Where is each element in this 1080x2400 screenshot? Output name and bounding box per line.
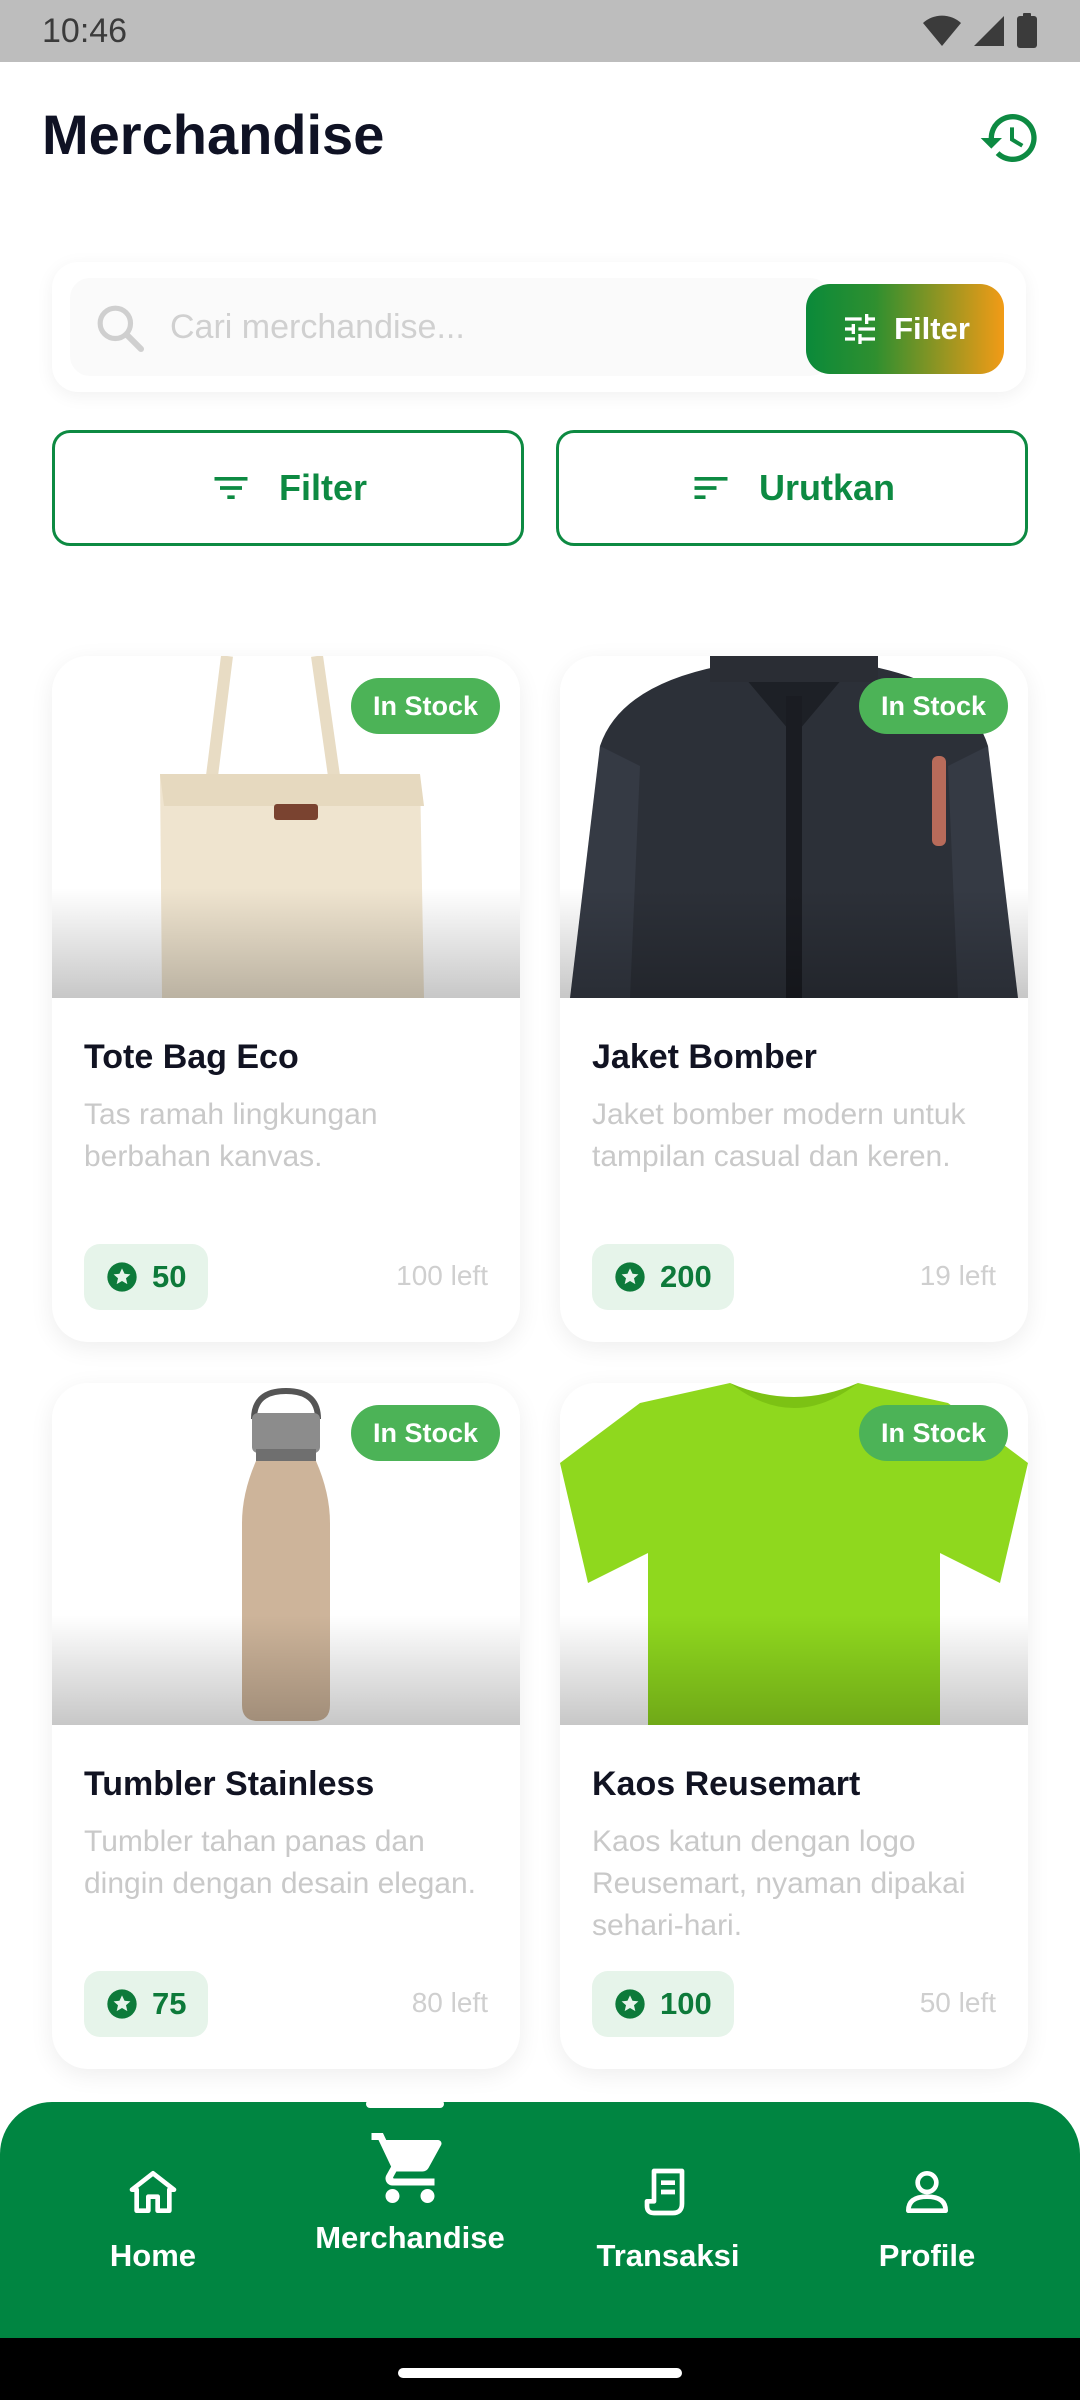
- stock-status-badge: In Stock: [858, 1405, 1008, 1461]
- status-bar: 10:46: [0, 0, 1080, 62]
- points-badge: 50: [84, 1244, 209, 1310]
- sort-button[interactable]: Urutkan: [556, 430, 1028, 546]
- points-badge: 200: [592, 1244, 734, 1310]
- history-button[interactable]: [978, 106, 1042, 170]
- nav-home-label: Home: [109, 2238, 197, 2273]
- product-card[interactable]: In Stock Tote Bag Eco Tas ramah lingkung…: [52, 656, 520, 1342]
- nav-home[interactable]: Home: [23, 2102, 283, 2338]
- product-description: Tumbler tahan panas dan dingin dengan de…: [84, 1825, 477, 1900]
- product-card[interactable]: In Stock Tumbler Stainless Tumbler tahan…: [52, 1383, 520, 2069]
- product-image: In Stock: [52, 656, 520, 998]
- image-shade: [560, 1615, 1028, 1725]
- history-icon: [980, 114, 1037, 162]
- stock-left: 100 left: [396, 1260, 488, 1291]
- star-badge-icon: [615, 1989, 645, 2019]
- home-gesture-pill[interactable]: [398, 2368, 682, 2378]
- product-card[interactable]: In Stock Jaket Bomber Jaket bomber moder…: [560, 656, 1028, 1342]
- product-name: Tumbler Stainless: [84, 1765, 375, 1803]
- nav-merchandise-label: Merchandise: [315, 2220, 505, 2255]
- active-tab-indicator: [366, 2100, 444, 2108]
- product-description: Tas ramah lingkungan berbahan kanvas.: [84, 1098, 378, 1173]
- stock-left: 50 left: [919, 1987, 996, 2018]
- product-description: Kaos katun dengan logo Reusemart, nyaman…: [592, 1825, 966, 1942]
- stock-status-badge: In Stock: [858, 678, 1008, 734]
- points-badge: 100: [592, 1971, 734, 2037]
- product-name: Tote Bag Eco: [84, 1038, 299, 1076]
- stock-left: 80 left: [411, 1987, 488, 2018]
- product-name: Jaket Bomber: [592, 1038, 817, 1076]
- wifi-icon: [923, 15, 961, 46]
- status-time: 10:46: [42, 11, 128, 50]
- image-shade: [52, 888, 520, 998]
- merchandise-screen: 10:46 Merchandise Cari merchandise... Fi…: [0, 0, 1080, 2400]
- header: Merchandise: [0, 62, 1080, 212]
- product-description: Jaket bomber modern untuk tampilan casua…: [592, 1098, 966, 1173]
- nav-profile[interactable]: Profile: [797, 2102, 1057, 2338]
- sort-icon: [694, 477, 728, 499]
- search-input[interactable]: [70, 278, 830, 376]
- star-badge-icon: [107, 1989, 137, 2019]
- stock-status-badge: In Stock: [350, 678, 500, 734]
- battery-icon: [1017, 13, 1037, 48]
- cart-icon: [371, 2133, 442, 2203]
- nav-transaksi-label: Transaksi: [596, 2238, 740, 2273]
- points-badge: 75: [84, 1971, 209, 2037]
- search-icon: [97, 305, 145, 353]
- home-icon: [129, 2171, 177, 2213]
- product-image: In Stock: [560, 656, 1028, 998]
- nav-merchandise[interactable]: Merchandise: [280, 2102, 540, 2338]
- points-value: 50: [152, 1259, 187, 1294]
- stock-status-badge: In Stock: [350, 1405, 500, 1461]
- sort-button-label: Urutkan: [758, 467, 896, 508]
- nav-profile-label: Profile: [878, 2238, 976, 2273]
- bottom-navigation: Home Merchandise Transaksi Profile: [0, 2102, 1080, 2338]
- image-shade: [52, 1615, 520, 1725]
- nav-transaksi[interactable]: Transaksi: [538, 2102, 798, 2338]
- receipt-icon: [644, 2168, 685, 2216]
- tune-icon: [845, 314, 876, 344]
- star-badge-icon: [615, 1262, 645, 1292]
- star-badge-icon: [107, 1262, 137, 1292]
- image-shade: [560, 888, 1028, 998]
- product-image: In Stock: [560, 1383, 1028, 1725]
- filter-button[interactable]: Filter: [52, 430, 524, 546]
- product-image: In Stock: [52, 1383, 520, 1725]
- filter-quick-button[interactable]: Filter: [806, 284, 1004, 374]
- page-title: Merchandise: [42, 103, 385, 166]
- product-card[interactable]: In Stock Kaos Reusemart Kaos katun denga…: [560, 1383, 1028, 2069]
- filter-button-label: Filter: [278, 467, 367, 508]
- product-name: Kaos Reusemart: [592, 1765, 861, 1803]
- system-navigation-bar: [0, 2338, 1080, 2400]
- filter-list-icon: [214, 477, 248, 499]
- signal-icon: [974, 16, 1004, 46]
- status-icons: [922, 13, 1038, 49]
- filter-quick-label: Filter: [894, 311, 970, 346]
- points-value: 200: [660, 1259, 712, 1294]
- stock-left: 19 left: [919, 1260, 996, 1291]
- points-value: 75: [152, 1986, 187, 2021]
- search-bar: Filter: [52, 262, 1026, 392]
- points-value: 100: [660, 1986, 712, 2021]
- person-icon: [906, 2171, 948, 2213]
